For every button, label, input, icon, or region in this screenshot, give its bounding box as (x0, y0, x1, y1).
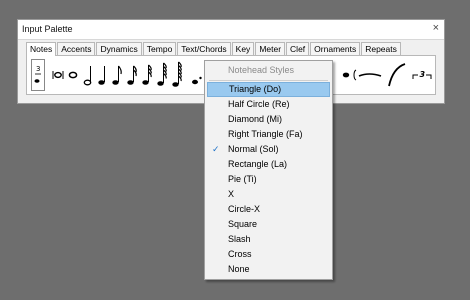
sixty-fourth-note-icon[interactable] (156, 60, 168, 90)
menu-item-label: Triangle (Do) (229, 84, 282, 94)
whole-note-icon[interactable] (68, 60, 78, 90)
triplet-icon[interactable]: 3 (411, 60, 433, 90)
menu-item-label: Half Circle (Re) (228, 99, 290, 109)
check-icon: ✓ (212, 144, 220, 154)
tab-repeats[interactable]: Repeats (361, 42, 401, 55)
tab-text-chords[interactable]: Text/Chords (177, 42, 231, 55)
menu-item-none[interactable]: None (207, 262, 330, 277)
triplet-number: 3 (420, 70, 426, 79)
menu-item-x[interactable]: X (207, 187, 330, 202)
menu-item-normal-sol[interactable]: ✓ Normal (Sol) (207, 142, 330, 157)
menu-item-label: Square (228, 219, 258, 229)
dotted-note-icon[interactable] (190, 60, 204, 90)
notehead-styles-menu: Notehead Styles Triangle (Do) Half Circl… (204, 60, 333, 280)
title-bar[interactable]: Input Palette × (18, 20, 444, 40)
menu-header: Notehead Styles (228, 65, 295, 75)
menu-item-label: None (228, 264, 250, 274)
menu-item-rectangle-la[interactable]: Rectangle (La) (207, 157, 330, 172)
tuplet-number: 3 (36, 65, 40, 73)
menu-item-label: Cross (228, 249, 252, 259)
menu-item-label: Circle-X (228, 204, 261, 214)
menu-item-half-circle-re[interactable]: Half Circle (Re) (207, 97, 330, 112)
menu-item-pie-ti[interactable]: Pie (Ti) (207, 172, 330, 187)
menu-item-square[interactable]: Square (207, 217, 330, 232)
notehead-icon[interactable] (341, 60, 351, 90)
tuplet-duration-icon[interactable]: 3 (31, 59, 45, 91)
thirty-second-note-icon[interactable] (141, 60, 153, 90)
menu-item-diamond-mi[interactable]: Diamond (Mi) (207, 112, 330, 127)
menu-separator (209, 80, 328, 81)
menu-item-cross[interactable]: Cross (207, 247, 330, 262)
tie-icon[interactable] (353, 60, 383, 90)
tab-accents[interactable]: Accents (57, 42, 96, 55)
slur-icon[interactable] (387, 60, 407, 90)
menu-item-circle-x[interactable]: Circle-X (207, 202, 330, 217)
tab-notes[interactable]: Notes (26, 42, 57, 56)
sixteenth-note-icon[interactable] (126, 60, 138, 90)
close-icon[interactable]: × (433, 22, 439, 34)
half-note-icon[interactable] (83, 60, 93, 90)
tab-clef[interactable]: Clef (286, 42, 310, 55)
window-title: Input Palette (22, 24, 73, 34)
menu-item-label: Normal (Sol) (228, 144, 279, 154)
tab-key[interactable]: Key (231, 42, 255, 55)
tab-meter[interactable]: Meter (255, 42, 286, 55)
tab-dynamics[interactable]: Dynamics (96, 42, 142, 55)
tab-strip: Notes Accents Dynamics Tempo Text/Chords… (26, 41, 402, 56)
eighth-note-icon[interactable] (111, 60, 123, 90)
menu-item-label: Rectangle (La) (228, 159, 288, 169)
tab-tempo[interactable]: Tempo (142, 42, 177, 55)
menu-item-label: Diamond (Mi) (228, 114, 283, 124)
menu-item-label: Right Triangle (Fa) (228, 129, 303, 139)
menu-item-slash[interactable]: Slash (207, 232, 330, 247)
menu-item-label: Pie (Ti) (228, 174, 257, 184)
menu-items: Triangle (Do) Half Circle (Re) Diamond (… (205, 82, 332, 277)
menu-item-right-triangle-fa[interactable]: Right Triangle (Fa) (207, 127, 330, 142)
menu-item-label: Slash (228, 234, 251, 244)
one-twenty-eighth-note-icon[interactable] (171, 60, 184, 90)
double-whole-note-icon[interactable] (52, 60, 64, 90)
menu-item-triangle-do[interactable]: Triangle (Do) (207, 82, 330, 97)
quarter-note-icon[interactable] (97, 60, 107, 90)
tab-ornaments[interactable]: Ornaments (310, 42, 361, 55)
menu-item-label: X (228, 189, 235, 199)
